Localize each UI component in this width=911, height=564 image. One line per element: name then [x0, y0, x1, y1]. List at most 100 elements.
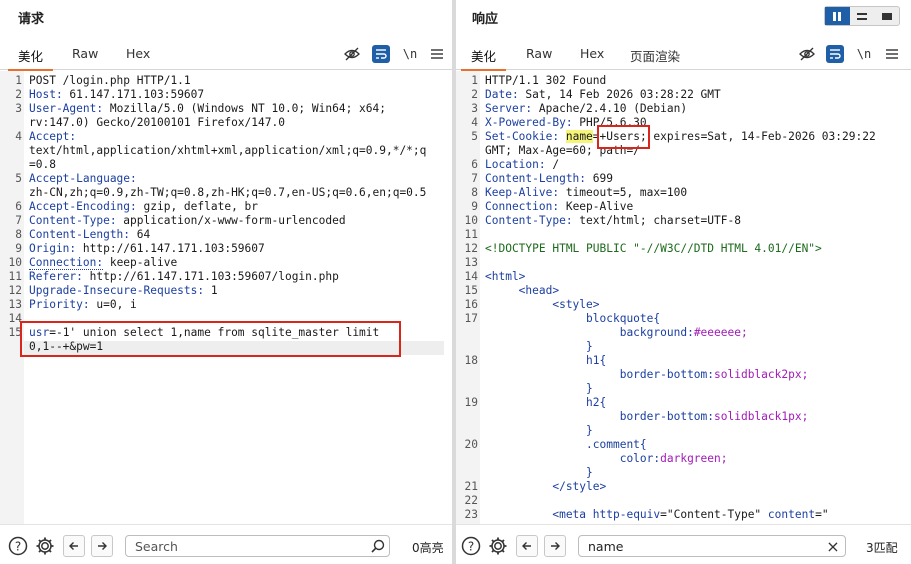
line-text: <html> — [485, 270, 911, 284]
line-text: } — [485, 340, 911, 354]
line-text: h1{ — [485, 354, 911, 368]
search-input[interactable]: name — [578, 535, 846, 557]
response-editor[interactable]: 1 HTTP/1.1 302 Found 2 Date: Sat, 14 Feb 20… — [456, 71, 911, 524]
css-token: .comment{ — [485, 438, 647, 451]
request-editor[interactable]: 1 POST /login.php HTTP/1.1 2 Host: 61.147.1… — [0, 71, 452, 524]
css-token: } — [485, 424, 593, 437]
header-name: Set-Cookie: — [485, 130, 560, 143]
menu-icon[interactable] — [883, 45, 901, 63]
help-icon[interactable]: ? — [7, 535, 29, 557]
tab-raw[interactable]: Raw — [72, 46, 98, 61]
line-text: background:#eeeeee; — [485, 326, 911, 340]
single-view-button[interactable] — [874, 7, 899, 25]
line-number: 19 — [464, 396, 478, 409]
split-rows-button[interactable] — [850, 7, 875, 25]
tab-pretty[interactable]: 美化 — [7, 46, 54, 71]
line-number: 10 — [464, 214, 478, 227]
search-icon[interactable] — [367, 535, 389, 557]
forward-button[interactable] — [544, 535, 566, 557]
wrap-icon[interactable] — [372, 45, 390, 63]
line-text: Accept: — [29, 130, 452, 144]
line-text: Upgrade-Insecure-Requests: 1 — [29, 284, 452, 298]
back-button[interactable] — [63, 535, 85, 557]
line-text: POST /login.php HTTP/1.1 — [29, 74, 452, 88]
header-name: Location: — [485, 158, 546, 171]
line-text: GMT; Max-Age=60; path=/ — [485, 144, 911, 158]
line-number: 17 — [464, 312, 478, 325]
line-number: 4 — [15, 130, 22, 143]
newline-toggle[interactable]: \n — [855, 45, 873, 63]
menu-icon[interactable] — [428, 45, 446, 63]
line-number: 6 — [471, 158, 478, 171]
response-title: 响应 — [472, 12, 499, 27]
line-number: 1 — [15, 74, 22, 87]
search-input[interactable]: Search — [125, 535, 390, 557]
tab-pretty[interactable]: 美化 — [460, 46, 507, 71]
tab-hex[interactable]: Hex — [126, 46, 150, 61]
help-icon[interactable]: ? — [460, 535, 482, 557]
line-text: Connection: keep-alive — [29, 256, 452, 270]
header-value: timeout=5, max=100 — [559, 186, 688, 199]
clear-search-icon[interactable]: × — [822, 535, 844, 557]
line-number: 7 — [15, 214, 22, 227]
header-name: Accept-Encoding: — [29, 200, 137, 213]
line-number: 22 — [464, 494, 478, 507]
line-text: h2{ — [485, 396, 911, 410]
header-name: Priority: — [29, 298, 90, 311]
header-name: Upgrade-Insecure-Requests: — [29, 284, 205, 297]
newline-toggle[interactable]: \n — [401, 45, 419, 63]
forward-button[interactable] — [91, 535, 113, 557]
line-number: 20 — [464, 438, 478, 451]
header-name: Content-Length: — [29, 228, 131, 241]
line-number: 5 — [471, 130, 478, 143]
line-number: 10 — [8, 256, 22, 269]
line-number: 15 — [8, 326, 22, 339]
split-columns-button[interactable] — [825, 7, 850, 25]
line-number: 8 — [15, 228, 22, 241]
request-footer: ? Search 0高亮 — [0, 524, 452, 564]
header-name: Host: — [29, 88, 63, 101]
tab-hex[interactable]: Hex — [580, 46, 604, 61]
line-text: text/html,application/xhtml+xml,applicat… — [29, 144, 452, 158]
line-text: border-bottom:solidblack2px; — [485, 368, 911, 382]
line-text: Server: Apache/2.4.10 (Debian) — [485, 102, 911, 116]
css-value: darkgreen; — [660, 452, 728, 465]
header-value: Sat, 14 Feb 2026 03:28:22 GMT — [518, 88, 721, 101]
line-text: Content-Type: application/x-www-form-url… — [29, 214, 452, 228]
tab-raw[interactable]: Raw — [526, 46, 552, 61]
search-match-highlight: name — [565, 130, 593, 143]
header-value: u=0, i — [89, 298, 137, 311]
request-tabs: 美化 Raw Hex \n — [0, 38, 452, 71]
header-name: Origin: — [29, 242, 77, 255]
eye-off-icon[interactable] — [343, 45, 361, 63]
header-value: keep-alive — [103, 256, 178, 269]
burp-repeater-window: 请求 美化 Raw Hex \n 1 POST /login.php HTTP/1… — [0, 0, 911, 564]
gear-icon[interactable] — [34, 535, 56, 557]
tab-render[interactable]: 页面渲染 — [630, 46, 680, 65]
line-number: 15 — [464, 284, 478, 297]
line-number: 6 — [15, 200, 22, 213]
cookie-value-highlight-box — [597, 125, 650, 149]
line-text: Host: 61.147.171.103:59607 — [29, 88, 452, 102]
line-number: 3 — [471, 102, 478, 115]
line-number: 9 — [15, 242, 22, 255]
back-button[interactable] — [516, 535, 538, 557]
header-value: 1 — [204, 284, 218, 297]
css-token: blockquote{ — [485, 312, 661, 325]
header-name: Connection: — [29, 256, 104, 270]
header-name: Content-Length: — [485, 172, 587, 185]
header-name: Referer: — [29, 270, 83, 283]
header-value: zh-CN,zh;q=0.9,zh-TW;q=0.8,zh-HK;q=0.7,e… — [29, 186, 427, 199]
header-name: Server: — [485, 102, 533, 115]
meta-attr: http-equiv — [592, 508, 661, 521]
header-value: text/html; charset=UTF-8 — [572, 214, 741, 227]
gear-icon[interactable] — [487, 535, 509, 557]
header-name: X-Powered-By: — [485, 116, 573, 129]
line-text: <meta http-equiv="Content-Type" content=… — [485, 508, 911, 522]
layout-toggle — [824, 6, 900, 26]
line-text: Set-Cookie: name=+Users; expires=Sat, 14… — [485, 130, 911, 144]
eye-off-icon[interactable] — [798, 45, 816, 63]
wrap-icon[interactable] — [826, 45, 844, 63]
line-text: Referer: http://61.147.171.103:59607/log… — [29, 270, 452, 284]
css-token: h1{ — [485, 354, 607, 367]
